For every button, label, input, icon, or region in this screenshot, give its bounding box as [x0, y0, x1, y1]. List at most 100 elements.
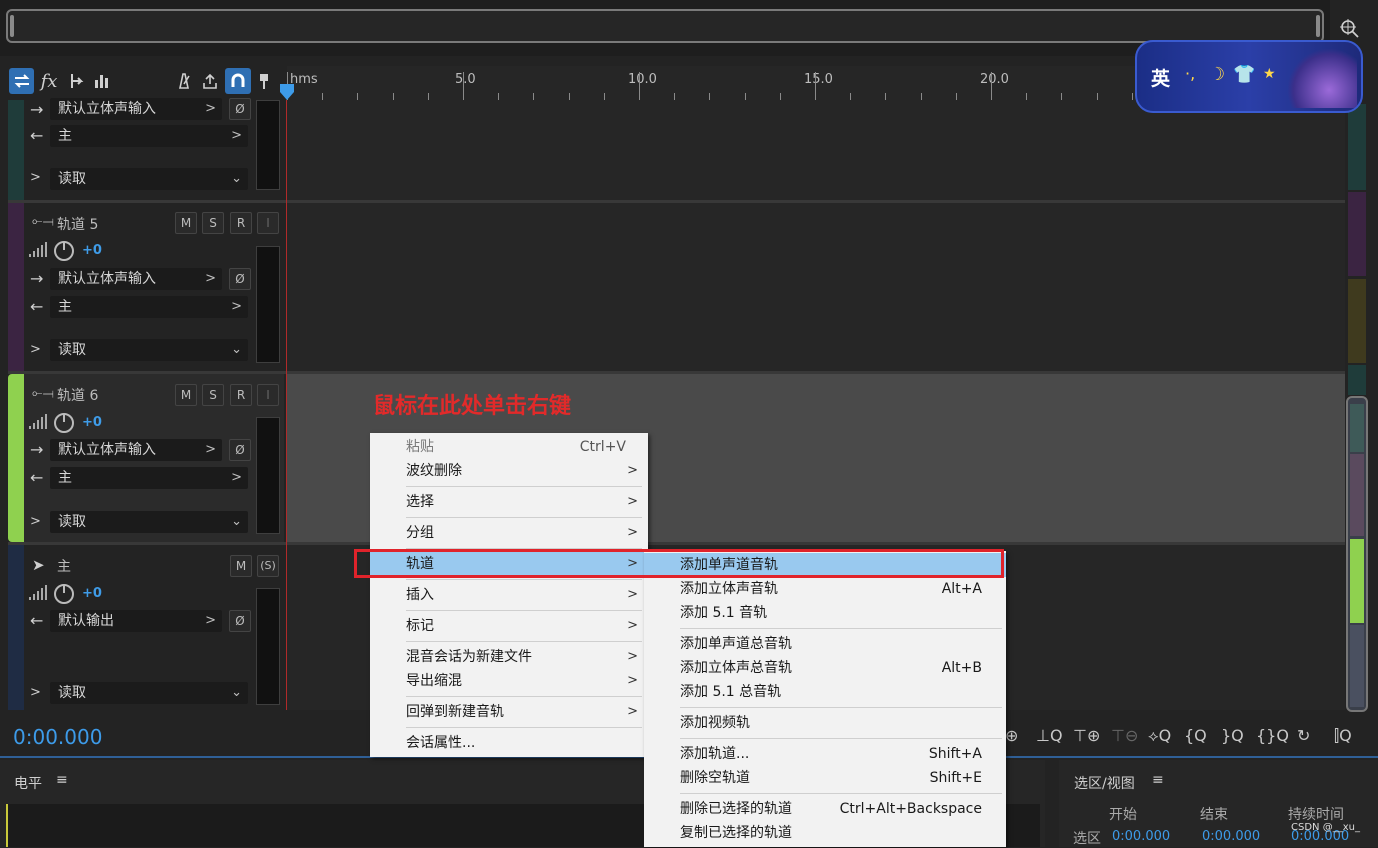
track-name[interactable]: 主 [57, 556, 71, 576]
track-output-select[interactable]: 默认输出 > [50, 610, 222, 632]
expand-icon[interactable]: > [30, 170, 41, 185]
menu-item-bounce-new-track[interactable]: 回弹到新建音轨 > [370, 699, 648, 725]
volume-value[interactable]: +0 [82, 415, 102, 430]
solo-button[interactable]: S [202, 212, 224, 234]
menu-item-marker[interactable]: 标记 > [370, 613, 648, 639]
ime-mode-label: 英 [1151, 68, 1171, 90]
current-time-display[interactable]: 0:00.000 [13, 725, 102, 749]
expand-icon[interactable]: > [30, 685, 41, 700]
panel-menu-icon[interactable]: ≡ [56, 772, 68, 788]
bars-icon [94, 75, 108, 88]
panel-menu-icon[interactable]: ≡ [1152, 772, 1164, 788]
mute-button[interactable]: M [175, 212, 197, 234]
zoom-in-time-icon[interactable]: ⊤⊕ [1073, 726, 1100, 745]
track-lane[interactable] [287, 100, 1345, 200]
submenu-add-51-bus[interactable]: 添加 5.1 总音轨 [644, 680, 1006, 704]
zoom-out-full-icon[interactable]: ⟡Q [1148, 726, 1171, 746]
track-input-select[interactable]: 默认立体声输入 > [50, 98, 222, 120]
record-arm-button[interactable]: R [230, 212, 252, 234]
vertical-scrollbar-thumb[interactable] [1346, 396, 1368, 712]
submenu-duplicate-selected-tracks[interactable]: 复制已选择的轨道 [644, 821, 1006, 845]
monitor-input-button[interactable]: I [257, 212, 279, 234]
expand-icon[interactable]: > [30, 342, 41, 357]
zoom-selection-icon[interactable]: {}Q [1256, 726, 1289, 745]
menu-item-select[interactable]: 选择 > [370, 489, 648, 515]
menu-item-ripple-delete[interactable]: 波纹删除 > [370, 458, 648, 484]
track-lane[interactable] [287, 203, 1345, 371]
expand-icon[interactable]: > [30, 514, 41, 529]
zoom-in-amplitude-icon[interactable]: ⊕ [1005, 726, 1018, 745]
zoom-navigator[interactable] [6, 9, 1324, 43]
submenu-add-mono-bus[interactable]: 添加单声道总音轨 [644, 632, 1006, 656]
record-arm-button[interactable]: R [230, 384, 252, 406]
automation-mode-select[interactable]: 读取 ⌄ [50, 682, 248, 704]
menu-item-paste[interactable]: 粘贴 Ctrl+V [370, 434, 648, 460]
selection-end[interactable]: 0:00.000 [1202, 829, 1260, 844]
submenu-add-51-track[interactable]: 添加 5.1 音轨 [644, 601, 1006, 625]
ruler-tick [1132, 93, 1133, 100]
selection-start[interactable]: 0:00.000 [1112, 829, 1170, 844]
ruler-tick [780, 93, 781, 100]
ruler-tick [885, 93, 886, 100]
phase-invert-button[interactable]: Ø [229, 439, 251, 461]
zoom-tracks-icon[interactable]: ⫿Q [1334, 726, 1352, 746]
automation-mode-select[interactable]: 读取 ⌄ [50, 168, 248, 190]
zoom-full-icon[interactable] [1338, 17, 1360, 39]
zoom-out-time-icon[interactable]: ⊤⊖ [1111, 726, 1138, 745]
volume-knob[interactable] [53, 583, 75, 605]
track-name[interactable]: 轨道 6 [57, 385, 98, 405]
phase-invert-button[interactable]: Ø [229, 98, 251, 120]
volume-knob[interactable] [53, 240, 75, 262]
zoom-out-amplitude-icon[interactable]: ⊥Q [1036, 726, 1063, 745]
snap-button[interactable] [225, 68, 251, 94]
volume-knob[interactable] [53, 412, 75, 434]
phase-invert-button[interactable]: Ø [229, 610, 251, 632]
input-label: 默认立体声输入 [58, 101, 156, 117]
submenu-add-tracks[interactable]: 添加轨道... Shift+A [644, 742, 1006, 766]
metronome-button[interactable] [172, 68, 196, 94]
zoom-in-right-icon[interactable]: }Q [1221, 726, 1244, 745]
submenu-delete-selected-tracks[interactable]: 删除已选择的轨道 Ctrl+Alt+Backspace [644, 797, 1006, 821]
track-output-select[interactable]: 主 > [50, 125, 248, 147]
io-toggle-button[interactable] [9, 68, 34, 94]
ime-status-badge[interactable]: 英 ·, ☽ 👕 ★ [1135, 40, 1363, 113]
fx-toggle-button[interactable]: fx [36, 68, 62, 94]
menu-separator [680, 628, 1002, 629]
menu-item-mixdown-new-file[interactable]: 混音会话为新建文件 > [370, 644, 648, 670]
volume-value[interactable]: +0 [82, 243, 102, 258]
submenu-add-stereo-bus[interactable]: 添加立体声总音轨 Alt+B [644, 656, 1006, 680]
automation-label: 读取 [58, 514, 86, 530]
input-label: 默认立体声输入 [58, 271, 156, 287]
menu-separator [406, 727, 642, 728]
mute-button[interactable]: M [230, 555, 252, 577]
punch-button[interactable] [198, 68, 222, 94]
menu-item-export-mixdown[interactable]: 导出缩混 > [370, 668, 648, 694]
marker-button[interactable] [253, 68, 275, 94]
automation-mode-select[interactable]: 读取 ⌄ [50, 339, 248, 361]
track-output-select[interactable]: 主 > [50, 467, 248, 489]
mute-button[interactable]: M [175, 384, 197, 406]
phase-invert-button[interactable]: Ø [229, 268, 251, 290]
volume-value[interactable]: +0 [82, 586, 102, 601]
menu-item-session-properties[interactable]: 会话属性... [370, 730, 648, 756]
submenu-add-stereo-track[interactable]: 添加立体声音轨 Alt+A [644, 577, 1006, 601]
track-input-select[interactable]: 默认立体声输入 > [50, 439, 222, 461]
track-input-select[interactable]: 默认立体声输入 > [50, 268, 222, 290]
submenu-add-video-track[interactable]: 添加视频轨 [644, 711, 1006, 735]
track-name[interactable]: 轨道 5 [57, 214, 98, 234]
eq-toggle-button[interactable] [89, 68, 114, 94]
monitor-input-button[interactable]: I [257, 384, 279, 406]
track-output-select[interactable]: 主 > [50, 296, 248, 318]
menu-item-insert[interactable]: 插入 > [370, 582, 648, 608]
solo-safe-button[interactable]: (S) [257, 555, 279, 577]
fx-label: fx [40, 70, 58, 92]
submenu-delete-empty-tracks[interactable]: 删除空轨道 Shift+E [644, 766, 1006, 790]
menu-item-group[interactable]: 分组 > [370, 520, 648, 546]
magnet-icon [231, 73, 245, 87]
playhead-marker[interactable] [280, 84, 294, 100]
sends-toggle-button[interactable] [63, 68, 88, 94]
solo-button[interactable]: S [202, 384, 224, 406]
automation-mode-select[interactable]: 读取 ⌄ [50, 511, 248, 533]
zoom-in-left-icon[interactable]: {Q [1184, 726, 1207, 745]
zoom-reset-icon[interactable]: ↻ [1297, 726, 1310, 745]
